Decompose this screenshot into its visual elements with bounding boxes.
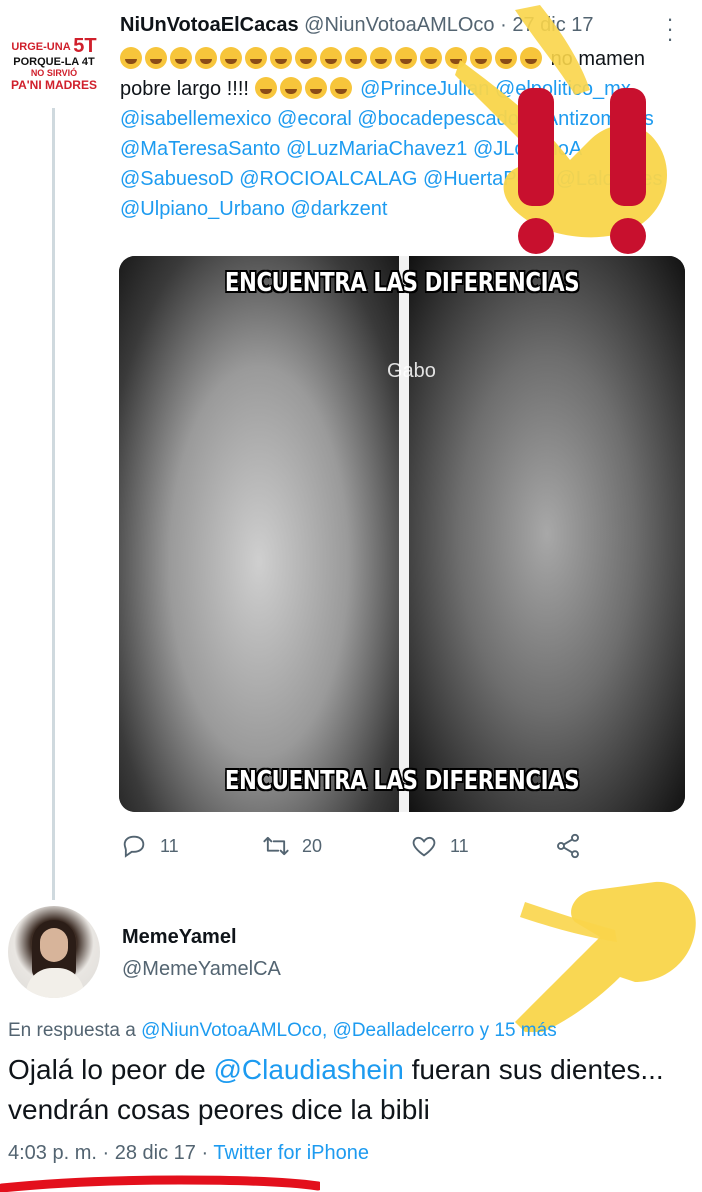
meme-caption-bottom: ENCUENTRA LAS DIFERENCIAS (224, 766, 580, 796)
pointing-hand-overlay-bottom (515, 881, 696, 1032)
reply-button[interactable]: 11 (120, 832, 179, 860)
exclamation-marks-icon (518, 88, 646, 254)
reply-mentions[interactable]: @NiunVotoaAMLOco, @Dealladelcerro (141, 1020, 474, 1041)
tweet-date[interactable]: 28 dic 17 (115, 1142, 196, 1164)
reply-prefix: En respuesta a (8, 1020, 136, 1041)
retweet-button[interactable]: 20 (262, 832, 322, 860)
meme-divider (399, 256, 409, 812)
like-count: 11 (450, 835, 469, 856)
red-scribble-underline (0, 1175, 320, 1192)
tweet-source-link[interactable]: Twitter for iPhone (213, 1142, 369, 1164)
avatar-text-line3: NO SIRVIÓ (30, 67, 78, 78)
meta-separator: · (201, 1142, 209, 1164)
laughing-emoji-group (254, 77, 355, 100)
tweet-meta: 4:03 p. m. · 28 dic 17 · Twitter for iPh… (8, 1142, 369, 1165)
user-avatar-niunvota[interactable]: URGE-UNA 5T PORQUE-LA 4T NO SIRVIÓ PA'NI… (8, 28, 100, 98)
thread-connector-line (52, 108, 55, 900)
mention-link[interactable]: @Claudiashein (213, 1054, 403, 1085)
avatar-text-line1: URGE-UNA 5T (11, 34, 97, 57)
user-avatar-memeyamel[interactable] (8, 906, 100, 998)
meme-left-face (119, 256, 399, 812)
tweet-text-pre: Ojalá lo peor de (8, 1054, 206, 1085)
like-button[interactable]: 11 (410, 832, 469, 860)
retweet-icon (263, 836, 289, 856)
author-handle[interactable]: @MemeYamelCA (122, 958, 281, 981)
meta-separator: · (102, 1142, 110, 1164)
meme-right-face (409, 256, 685, 812)
author-name[interactable]: NiUnVotoaElCacas (120, 14, 299, 36)
reply-more-link[interactable]: y 15 más (480, 1020, 557, 1041)
meme-watermark: Gabo (387, 360, 436, 382)
reply-context: En respuesta a @NiunVotoaAMLOco, @Dealla… (8, 1020, 557, 1042)
author-name[interactable]: MemeYamel (122, 926, 237, 949)
tweet-text: Ojalá lo peor de @Claudiashein fueran su… (8, 1050, 698, 1130)
avatar-text-line2: PORQUE-LA 4T (13, 55, 95, 68)
avatar-text-line4: PA'NI MADRES (11, 77, 97, 92)
tweet-time[interactable]: 4:03 p. m. (8, 1142, 97, 1164)
retweet-count: 20 (302, 835, 323, 856)
reply-count: 11 (160, 835, 179, 856)
heart-icon (412, 836, 436, 857)
reply-icon (123, 835, 145, 858)
tweet-media-image[interactable]: ENCUENTRA LAS DIFERENCIAS ENCUENTRA LAS … (119, 256, 685, 812)
